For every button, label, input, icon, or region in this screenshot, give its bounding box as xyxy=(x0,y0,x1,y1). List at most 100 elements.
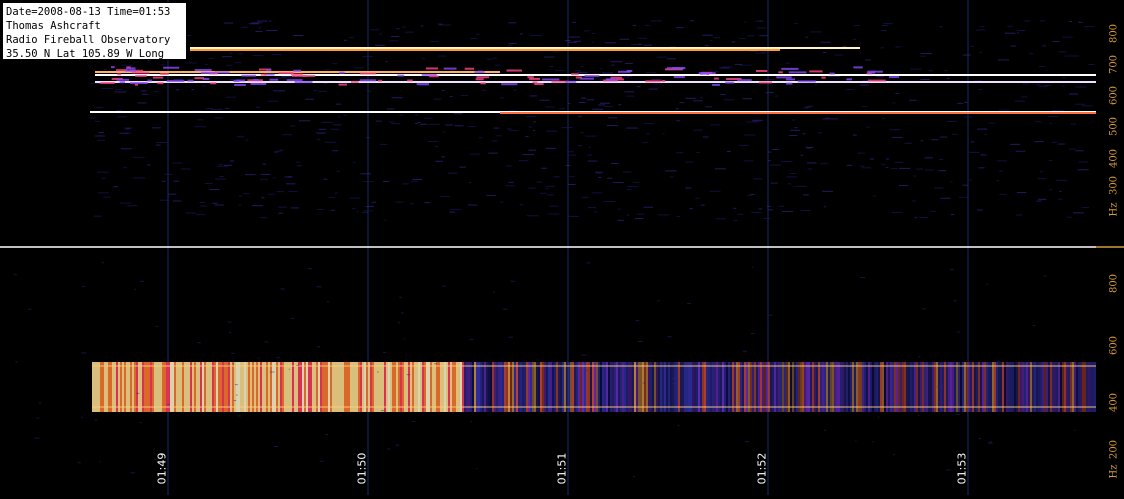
band-column xyxy=(520,362,522,412)
band-column xyxy=(904,362,906,412)
noise-mark xyxy=(624,91,635,93)
band-column xyxy=(1016,362,1018,412)
noise-mark xyxy=(475,467,478,469)
noise-mark xyxy=(491,140,498,142)
noise-mark xyxy=(568,36,580,38)
noise-mark xyxy=(999,170,1003,172)
noise-mark xyxy=(700,96,704,98)
band-column xyxy=(624,362,626,412)
band-column xyxy=(402,362,404,412)
noise-mark xyxy=(885,167,889,169)
noise-mark xyxy=(1062,77,1066,79)
noise-mark xyxy=(630,43,641,45)
band-column xyxy=(620,362,622,412)
noise-mark xyxy=(415,114,419,116)
noise-mark xyxy=(934,187,944,189)
noise-mark xyxy=(238,204,242,206)
band-column xyxy=(750,362,752,412)
noise-mark xyxy=(980,154,987,156)
noise-mark xyxy=(481,89,487,91)
noise-mark xyxy=(519,33,523,35)
noise-mark xyxy=(1022,83,1029,85)
band-column xyxy=(180,362,182,412)
band-column xyxy=(318,362,320,412)
noise-mark xyxy=(323,178,328,180)
band-column xyxy=(862,362,864,412)
band-column xyxy=(626,362,628,412)
band-column xyxy=(422,362,424,412)
noise-mark xyxy=(536,181,543,183)
noise-mark xyxy=(402,183,409,185)
noise-mark xyxy=(761,51,770,53)
noise-mark xyxy=(799,404,802,406)
band-column xyxy=(294,362,296,412)
band-column xyxy=(240,362,242,412)
noise-mark xyxy=(1049,189,1053,191)
noise-mark xyxy=(238,195,242,197)
noise-mark xyxy=(433,98,442,100)
noise-mark xyxy=(251,22,262,24)
band-column xyxy=(1078,362,1080,412)
noise-mark xyxy=(226,96,236,98)
band-column xyxy=(1074,362,1076,412)
noise-mark xyxy=(814,83,818,85)
band-column xyxy=(430,362,432,412)
noise-mark xyxy=(738,144,749,146)
band-column xyxy=(206,362,208,412)
noise-mark xyxy=(279,149,285,151)
noise-mark xyxy=(1015,150,1026,152)
noise-mark xyxy=(215,178,227,180)
band-column xyxy=(942,362,944,412)
band-column xyxy=(150,362,152,412)
noise-mark xyxy=(892,102,896,104)
noise-mark xyxy=(1081,207,1090,209)
noise-mark xyxy=(554,70,565,72)
noise-mark xyxy=(415,122,418,124)
signal-fleck xyxy=(571,73,579,76)
noise-mark xyxy=(987,442,993,444)
noise-mark xyxy=(424,202,431,204)
noise-mark xyxy=(861,364,867,366)
band-column xyxy=(864,362,866,412)
band-column xyxy=(638,362,640,412)
band-column xyxy=(972,362,974,412)
noise-mark xyxy=(826,118,838,120)
noise-mark xyxy=(645,72,657,74)
band-column xyxy=(780,362,782,412)
band-column xyxy=(650,362,652,412)
noise-mark xyxy=(328,196,336,198)
noise-mark xyxy=(675,27,684,29)
band-column xyxy=(876,362,878,412)
band-column xyxy=(266,362,268,412)
band-column xyxy=(884,362,886,412)
noise-mark xyxy=(470,421,473,423)
noise-mark xyxy=(976,29,985,31)
noise-mark xyxy=(121,64,133,66)
noise-mark xyxy=(1068,55,1080,57)
noise-mark xyxy=(920,140,924,142)
signal-fleck xyxy=(260,73,267,76)
noise-mark xyxy=(947,77,951,79)
noise-mark xyxy=(734,219,738,221)
noise-mark xyxy=(1069,21,1072,23)
band-column xyxy=(152,362,154,412)
noise-mark xyxy=(291,318,295,320)
band-column xyxy=(680,362,682,412)
noise-mark xyxy=(773,361,778,363)
noise-mark xyxy=(805,146,814,148)
noise-mark xyxy=(702,34,713,36)
noise-mark xyxy=(296,161,301,163)
noise-mark xyxy=(539,192,547,194)
band-column xyxy=(400,362,402,412)
noise-mark xyxy=(866,126,870,128)
noise-mark xyxy=(787,183,791,185)
noise-mark xyxy=(816,367,820,369)
noise-mark xyxy=(805,106,811,108)
band-column xyxy=(480,362,482,412)
noise-mark xyxy=(950,269,954,271)
noise-mark xyxy=(592,108,604,110)
noise-mark xyxy=(574,70,581,72)
noise-mark xyxy=(323,83,327,85)
noise-mark xyxy=(288,191,298,193)
noise-mark xyxy=(134,288,137,290)
